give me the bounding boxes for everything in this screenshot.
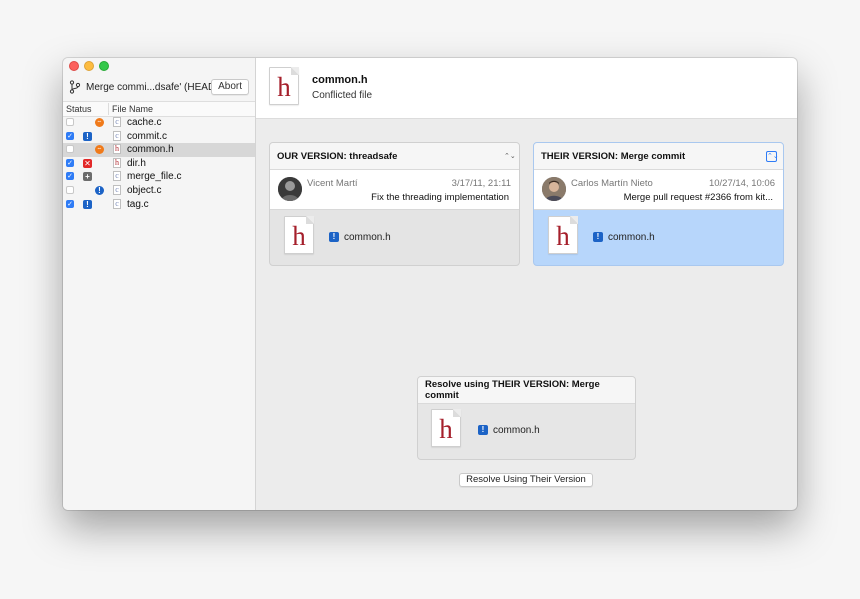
close-window-button[interactable] <box>69 61 79 71</box>
stage-checkbox[interactable]: ✓ <box>66 172 74 181</box>
status-column-header[interactable]: Status <box>66 104 92 114</box>
their-version-header[interactable]: THEIR VERSION: Merge commit ⌃⌄ <box>534 143 783 170</box>
file-icon: h <box>548 216 578 254</box>
file-title: common.h <box>312 74 368 86</box>
avatar <box>278 177 302 201</box>
file-name: tag.c <box>127 198 149 210</box>
file-type-icon: h <box>113 144 121 155</box>
file-icon: h <box>284 216 314 254</box>
file-list-header: Status File Name <box>63 101 255 117</box>
commit-message: Fix the threading implementation <box>371 192 509 203</box>
our-file-name: common.h <box>344 232 391 243</box>
deleted-icon: ✕ <box>83 158 92 168</box>
file-icon: h <box>431 409 461 447</box>
window-controls <box>69 61 109 71</box>
up-down-chevron-icon[interactable]: ⌃⌄ <box>504 152 516 161</box>
header-file-letter: h <box>277 72 291 102</box>
file-letter: h <box>556 221 570 251</box>
git-branch-icon <box>69 80 81 94</box>
file-row[interactable]: ✓! c commit.c <box>63 130 255 144</box>
commit-date: 10/27/14, 10:06 <box>708 178 775 189</box>
file-row[interactable]: ✓ + c merge_file.c <box>63 170 255 184</box>
branch-label: Merge commi...dsafe' (HEAD) <box>86 81 212 93</box>
file-row[interactable]: ⇔ c cache.c <box>63 116 255 130</box>
stage-checkbox[interactable] <box>66 118 74 126</box>
modified-icon: ! <box>329 232 339 242</box>
app-window: Merge commi...dsafe' (HEAD) Abort Status… <box>63 58 797 510</box>
stage-checkbox[interactable]: ✓ <box>66 131 74 140</box>
column-divider[interactable] <box>108 103 109 115</box>
resolve-panel: Resolve using THEIR VERSION: Merge commi… <box>417 376 636 460</box>
commit-message: Merge pull request #2366 from kit... <box>623 192 773 203</box>
header-file-icon: h <box>269 67 299 105</box>
their-file-name: common.h <box>608 232 655 243</box>
file-type-icon: c <box>113 117 121 127</box>
modified-icon: ! <box>478 425 488 435</box>
file-name: merge_file.c <box>127 171 182 183</box>
file-row[interactable]: ✓ ✕ h dir.h <box>63 157 255 171</box>
resolve-title: Resolve using THEIR VERSION: Merge commi… <box>425 379 600 401</box>
resolve-using-their-version-button[interactable]: Resolve Using Their Version <box>459 473 593 487</box>
file-type-icon: h <box>113 157 121 168</box>
stage-checkbox[interactable] <box>66 185 74 194</box>
file-list: ⇔ c cache.c ✓! c commit.c ⇔ h common.h ✓ ✕ h dir.h ✓ +… <box>63 116 255 211</box>
added-icon: + <box>83 172 92 182</box>
branch-bar: Merge commi...dsafe' (HEAD) Abort <box>69 78 249 96</box>
modified-icon: ! <box>83 199 92 209</box>
file-letter: h <box>292 221 306 251</box>
file-row[interactable]: ✓! c tag.c <box>63 198 255 212</box>
abort-button[interactable]: Abort <box>211 79 249 95</box>
maximize-window-button[interactable] <box>99 61 109 71</box>
file-name-column-header[interactable]: File Name <box>112 104 153 114</box>
file-name: cache.c <box>127 117 162 128</box>
file-type-icon: c <box>113 171 121 182</box>
file-subtitle: Conflicted file <box>312 90 373 101</box>
our-version-title: OUR VERSION: threadsafe <box>277 150 398 162</box>
warning-icon: ! <box>95 185 104 195</box>
modified-icon: ! <box>83 131 92 141</box>
up-down-chevron-icon[interactable]: ⌃⌄ <box>766 150 779 162</box>
commit-date: 3/17/11, 21:11 <box>451 178 511 189</box>
file-header: h common.h Conflicted file <box>256 58 797 119</box>
file-letter: h <box>439 414 453 444</box>
our-version-header[interactable]: OUR VERSION: threadsafe ⌃⌄ <box>270 143 519 170</box>
stage-checkbox[interactable]: ✓ <box>66 158 74 167</box>
their-version-title: THEIR VERSION: Merge commit <box>541 150 686 162</box>
resolve-file-name: common.h <box>493 425 540 436</box>
our-commit-row: Vicent Martí 3/17/11, 21:11 Fix the thre… <box>270 170 519 210</box>
conflict-icon: ⇔ <box>95 118 104 127</box>
commit-author: Vicent Martí <box>307 178 358 189</box>
minimize-window-button[interactable] <box>84 61 94 71</box>
sidebar: Merge commi...dsafe' (HEAD) Abort Status… <box>63 58 256 510</box>
file-row[interactable]: ⇔ h common.h <box>63 143 255 157</box>
their-version-panel[interactable]: THEIR VERSION: Merge commit ⌃⌄ Carlos Ma… <box>533 142 784 266</box>
conflict-icon: ⇔ <box>95 145 104 155</box>
stage-checkbox[interactable] <box>66 145 74 154</box>
modified-icon: ! <box>593 232 603 242</box>
file-type-icon: c <box>113 198 121 209</box>
file-name: common.h <box>127 144 174 156</box>
their-commit-row: Carlos Martín Nieto 10/27/14, 10:06 Merg… <box>534 170 783 210</box>
our-version-panel[interactable]: OUR VERSION: threadsafe ⌃⌄ Vicent Martí … <box>269 142 520 266</box>
stage-checkbox[interactable]: ✓ <box>66 199 74 208</box>
file-name: dir.h <box>127 157 146 169</box>
file-name: object.c <box>127 184 162 196</box>
resolve-header: Resolve using THEIR VERSION: Merge commi… <box>418 377 635 404</box>
file-type-icon: c <box>113 130 121 141</box>
avatar <box>542 177 566 201</box>
commit-author: Carlos Martín Nieto <box>571 178 653 189</box>
file-name: commit.c <box>127 130 167 142</box>
file-row[interactable]: ! c object.c <box>63 184 255 198</box>
file-type-icon: c <box>113 184 121 195</box>
